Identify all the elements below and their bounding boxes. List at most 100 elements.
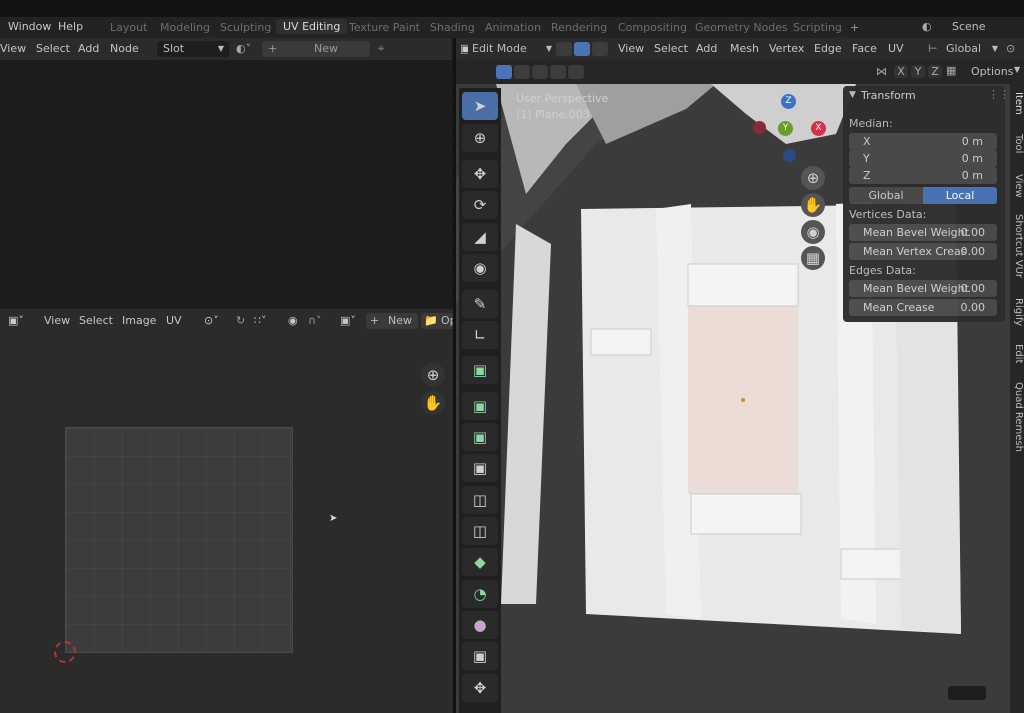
inset-tool[interactable]: ▣	[462, 423, 498, 451]
rotate-tool[interactable]: ⟳	[462, 191, 498, 219]
edge-select-icon[interactable]	[574, 42, 590, 56]
uv-sync-icon[interactable]: ↻	[236, 314, 245, 327]
playback-icon[interactable]	[948, 686, 986, 700]
sidebar-tab-rigify[interactable]: Rigify	[1013, 298, 1024, 326]
zoom-icon[interactable]: ⊕	[801, 166, 825, 190]
tab-modeling[interactable]: Modeling	[160, 21, 210, 34]
uv-editor-canvas[interactable]: ➤ ⊕ ✋	[0, 333, 455, 713]
mode-dropdown[interactable]: Edit Mode ▼	[468, 41, 552, 57]
viewport-menu-mesh[interactable]: Mesh	[730, 42, 759, 55]
drag-handle-icon[interactable]: ⋮⋮	[988, 88, 1010, 101]
rip-tool[interactable]: ✥	[462, 674, 498, 702]
select-mode-subtract-icon[interactable]	[532, 65, 548, 79]
tab-animation[interactable]: Animation	[485, 21, 541, 34]
poly-build-tool[interactable]: ◆	[462, 548, 498, 576]
select-mode-new-icon[interactable]	[496, 65, 512, 79]
proportional-edit-icon[interactable]: ◉	[288, 314, 298, 327]
falloff-icon[interactable]: ∩˅	[308, 314, 322, 327]
editor-type-icon[interactable]: ▣˅	[8, 314, 24, 327]
zoom-icon[interactable]: ⊕	[421, 363, 445, 387]
gizmo-x-axis[interactable]: X	[811, 121, 826, 136]
2d-cursor-icon[interactable]	[54, 641, 76, 663]
viewport-menu-face[interactable]: Face	[852, 42, 877, 55]
spin-tool[interactable]: ◔	[462, 580, 498, 608]
global-toggle[interactable]: Global	[849, 187, 923, 204]
tab-sculpting[interactable]: Sculpting	[220, 21, 271, 34]
uv-menu-select[interactable]: Select	[79, 314, 113, 327]
tab-geometry-nodes[interactable]: Geometry Nodes	[695, 21, 788, 34]
face-select-icon[interactable]	[592, 42, 608, 56]
auto-merge-icon[interactable]: ▦	[946, 64, 956, 77]
uv-menu-uv[interactable]: UV	[166, 314, 182, 327]
menu-window[interactable]: Window	[8, 20, 51, 33]
sidebar-tab-tool[interactable]: Tool	[1013, 134, 1024, 153]
annotate-tool[interactable]: ✎	[462, 290, 498, 318]
vertex-crease-field[interactable]: Mean Vertex Creas 0.00	[849, 243, 997, 260]
sidebar-tab-item[interactable]: Item	[1013, 92, 1024, 115]
uv-menu-view[interactable]: View	[44, 314, 70, 327]
select-mode-extend-icon[interactable]	[514, 65, 530, 79]
hand-pan-icon[interactable]: ✋	[421, 391, 445, 415]
select-mode-intersect-icon[interactable]	[568, 65, 584, 79]
add-cube-tool[interactable]: ▣	[462, 356, 498, 384]
bevel-tool[interactable]: ▣	[462, 454, 498, 482]
median-y-field[interactable]: Y 0 m	[849, 150, 997, 167]
tab-uv-editing[interactable]: UV Editing	[276, 19, 348, 34]
material-browse-icon[interactable]: ◐˅	[236, 42, 251, 55]
shader-editor-canvas[interactable]	[0, 60, 453, 308]
sidebar-tab-edit[interactable]: Edit	[1013, 344, 1024, 363]
mirror-y-toggle[interactable]: Y	[911, 65, 925, 78]
extrude-tool[interactable]: ▣	[462, 392, 498, 420]
shear-tool[interactable]: ▣	[462, 642, 498, 670]
shader-menu-view[interactable]: View	[0, 42, 26, 55]
viewport-menu-add[interactable]: Add	[696, 42, 717, 55]
slot-dropdown[interactable]: Slot ▼	[157, 41, 229, 57]
hand-pan-icon[interactable]: ✋	[801, 193, 825, 217]
tab-compositing[interactable]: Compositing	[618, 21, 687, 34]
new-image-button[interactable]: + New	[366, 313, 418, 329]
mirror-z-toggle[interactable]: Z	[928, 65, 942, 78]
viewport-menu-edge[interactable]: Edge	[814, 42, 842, 55]
measure-tool[interactable]: ∟	[462, 321, 498, 349]
loop-cut-tool[interactable]: ◫	[462, 486, 498, 514]
gizmo-y-axis[interactable]: Y	[778, 121, 793, 136]
gizmo-neg-x-axis[interactable]	[753, 121, 766, 134]
transform-tool[interactable]: ◉	[462, 254, 498, 282]
tab-shading[interactable]: Shading	[430, 21, 475, 34]
vertex-select-icon[interactable]	[556, 42, 572, 56]
add-workspace-button[interactable]: +	[850, 21, 859, 34]
viewport-menu-select[interactable]: Select	[654, 42, 688, 55]
mirror-x-toggle[interactable]: X	[894, 65, 908, 78]
median-x-field[interactable]: X 0 m	[849, 133, 997, 150]
tab-layout[interactable]: Layout	[110, 21, 147, 34]
scene-selector[interactable]: Scene	[952, 20, 986, 33]
transform-panel-title[interactable]: Transform	[861, 89, 916, 102]
sidebar-tab-quad-remesh[interactable]: Quad Remesh	[1013, 382, 1024, 452]
grid-icon[interactable]: ▦	[801, 246, 825, 270]
new-material-button[interactable]: + New	[262, 41, 370, 57]
orientation-dropdown[interactable]: Global ▼	[940, 41, 1000, 57]
edge-crease-field[interactable]: Mean Crease 0.00	[849, 299, 997, 316]
menu-help[interactable]: Help	[58, 20, 83, 33]
cursor-tool[interactable]: ⊕	[462, 124, 498, 152]
knife-tool[interactable]: ◫	[462, 517, 498, 545]
tab-scripting[interactable]: Scripting	[793, 21, 842, 34]
viewport-menu-vertex[interactable]: Vertex	[769, 42, 804, 55]
open-image-button[interactable]: 📁 Op	[421, 313, 457, 329]
pivot-icon[interactable]: ⊙˅	[204, 314, 219, 327]
local-toggle[interactable]: Local	[923, 187, 997, 204]
median-z-field[interactable]: Z 0 m	[849, 167, 997, 184]
move-tool[interactable]: ✥	[462, 160, 498, 188]
sidebar-tab-view[interactable]: View	[1013, 174, 1024, 198]
pivot-point-icon[interactable]: ⊙	[1006, 42, 1015, 55]
tab-rendering[interactable]: Rendering	[551, 21, 607, 34]
shader-menu-select[interactable]: Select	[36, 42, 70, 55]
collapse-chevron-icon[interactable]: ▼	[849, 90, 856, 100]
viewport-menu-view[interactable]: View	[618, 42, 644, 55]
smooth-tool[interactable]: ●	[462, 611, 498, 639]
vertex-bevel-weight-field[interactable]: Mean Bevel Weight 0.00	[849, 224, 997, 241]
tab-texture-paint[interactable]: Texture Paint	[349, 21, 420, 34]
scale-tool[interactable]: ◢	[462, 223, 498, 251]
options-dropdown[interactable]: Options	[971, 65, 1013, 78]
camera-icon[interactable]: ◉	[801, 220, 825, 244]
